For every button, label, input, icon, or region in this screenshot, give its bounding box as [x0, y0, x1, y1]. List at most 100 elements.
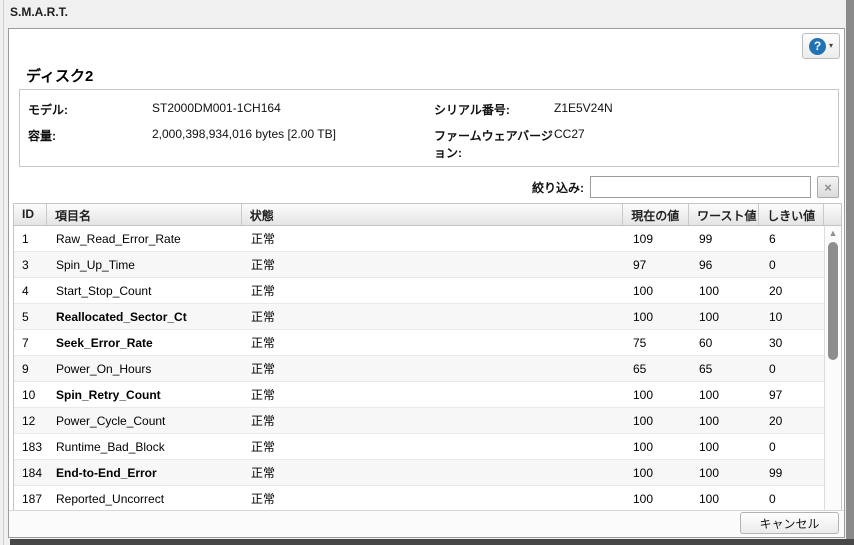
cell-current: 100 [624, 466, 690, 480]
window-title: S.M.A.R.T. [10, 5, 68, 19]
close-icon: × [824, 180, 832, 195]
capacity-value: 2,000,398,934,016 bytes [2.00 TB] [152, 125, 434, 141]
cell-threshold: 6 [760, 232, 825, 246]
table-row[interactable]: 183Runtime_Bad_Block正常1001000 [14, 434, 841, 460]
cell-status: 正常 [242, 334, 624, 351]
table-row[interactable]: 10Spin_Retry_Count正常10010097 [14, 382, 841, 408]
table-row[interactable]: 184End-to-End_Error正常10010099 [14, 460, 841, 486]
clear-filter-button[interactable]: × [817, 176, 839, 198]
cell-status: 正常 [242, 386, 624, 403]
firmware-value: CC27 [554, 125, 838, 141]
smart-dialog-panel: ? ▾ ディスク2 モデル: ST2000DM001-1CH164 シリアル番号… [8, 28, 845, 538]
cell-current: 75 [624, 336, 690, 350]
smart-attributes-table: ID 項目名 状態 現在の値 ワースト値 しきい値 1Raw_Read_Erro… [13, 203, 842, 513]
serial-value: Z1E5V24N [554, 99, 838, 115]
table-row[interactable]: 9Power_On_Hours正常65650 [14, 356, 841, 382]
cell-threshold: 0 [760, 440, 825, 454]
disk-heading: ディスク2 [26, 65, 93, 86]
cell-threshold: 30 [760, 336, 825, 350]
cell-name: Raw_Read_Error_Rate [47, 232, 242, 246]
firmware-label: ファームウェアバージョン: [434, 125, 554, 161]
cell-worst: 100 [690, 492, 760, 506]
column-header-worst[interactable]: ワースト値 [689, 204, 759, 225]
model-value: ST2000DM001-1CH164 [152, 99, 434, 115]
cell-threshold: 20 [760, 414, 825, 428]
cell-status: 正常 [242, 282, 624, 299]
table-row[interactable]: 12Power_Cycle_Count正常10010020 [14, 408, 841, 434]
help-button[interactable]: ? ▾ [802, 33, 840, 59]
cell-status: 正常 [242, 438, 624, 455]
cell-id: 1 [14, 232, 47, 246]
cell-worst: 100 [690, 310, 760, 324]
cell-threshold: 10 [760, 310, 825, 324]
chevron-down-icon: ▾ [829, 42, 833, 50]
filter-label: 絞り込み: [532, 179, 584, 196]
cell-current: 109 [624, 232, 690, 246]
column-header-status[interactable]: 状態 [242, 204, 624, 225]
cell-name: Reallocated_Sector_Ct [47, 310, 242, 324]
cell-id: 4 [14, 284, 47, 298]
column-header-attribute[interactable]: 項目名 [47, 204, 242, 225]
cancel-button[interactable]: キャンセル [740, 512, 839, 534]
cell-id: 5 [14, 310, 47, 324]
cell-current: 100 [624, 388, 690, 402]
cell-id: 12 [14, 414, 47, 428]
table-row[interactable]: 4Start_Stop_Count正常10010020 [14, 278, 841, 304]
cell-worst: 100 [690, 414, 760, 428]
cell-threshold: 97 [760, 388, 825, 402]
help-icon: ? [809, 38, 826, 55]
cell-worst: 100 [690, 388, 760, 402]
cell-name: Spin_Retry_Count [47, 388, 242, 402]
serial-label: シリアル番号: [434, 99, 554, 118]
table-body: 1Raw_Read_Error_Rate正常1099963Spin_Up_Tim… [14, 226, 841, 512]
column-header-current[interactable]: 現在の値 [623, 204, 689, 225]
cell-worst: 60 [690, 336, 760, 350]
cell-name: Spin_Up_Time [47, 258, 242, 272]
model-label: モデル: [28, 99, 152, 118]
cell-status: 正常 [242, 360, 624, 377]
cell-name: Power_On_Hours [47, 362, 242, 376]
column-header-id[interactable]: ID [14, 204, 47, 225]
cell-worst: 100 [690, 466, 760, 480]
cell-id: 9 [14, 362, 47, 376]
column-header-threshold[interactable]: しきい値 [759, 204, 824, 225]
table-row[interactable]: 3Spin_Up_Time正常97960 [14, 252, 841, 278]
table-row[interactable]: 5Reallocated_Sector_Ct正常10010010 [14, 304, 841, 330]
cell-name: Reported_Uncorrect [47, 492, 242, 506]
table-row[interactable]: 1Raw_Read_Error_Rate正常109996 [14, 226, 841, 252]
cell-id: 7 [14, 336, 47, 350]
table-row[interactable]: 187Reported_Uncorrect正常1001000 [14, 486, 841, 512]
vertical-scrollbar[interactable]: ▲ [824, 226, 841, 512]
filter-input[interactable] [590, 176, 811, 198]
cell-current: 100 [624, 414, 690, 428]
filter-bar: 絞り込み: × [532, 176, 839, 198]
cell-threshold: 0 [760, 362, 825, 376]
cell-status: 正常 [242, 230, 624, 247]
scroll-up-icon[interactable]: ▲ [825, 228, 841, 238]
capacity-label: 容量: [28, 125, 152, 144]
cell-current: 100 [624, 440, 690, 454]
cell-id: 187 [14, 492, 47, 506]
cell-name: Seek_Error_Rate [47, 336, 242, 350]
cell-status: 正常 [242, 256, 624, 273]
cell-current: 100 [624, 492, 690, 506]
cell-worst: 100 [690, 284, 760, 298]
cell-id: 183 [14, 440, 47, 454]
cell-threshold: 20 [760, 284, 825, 298]
cell-id: 10 [14, 388, 47, 402]
cell-name: Start_Stop_Count [47, 284, 242, 298]
cell-current: 100 [624, 284, 690, 298]
cell-name: Power_Cycle_Count [47, 414, 242, 428]
cell-current: 100 [624, 310, 690, 324]
cell-id: 184 [14, 466, 47, 480]
table-header: ID 項目名 状態 現在の値 ワースト値 しきい値 [14, 204, 841, 226]
table-row[interactable]: 7Seek_Error_Rate正常756030 [14, 330, 841, 356]
cell-worst: 65 [690, 362, 760, 376]
cell-threshold: 99 [760, 466, 825, 480]
cell-status: 正常 [242, 308, 624, 325]
cell-worst: 99 [690, 232, 760, 246]
cell-worst: 96 [690, 258, 760, 272]
window-left-edge [3, 0, 4, 545]
cell-id: 3 [14, 258, 47, 272]
scrollbar-thumb[interactable] [828, 242, 838, 360]
